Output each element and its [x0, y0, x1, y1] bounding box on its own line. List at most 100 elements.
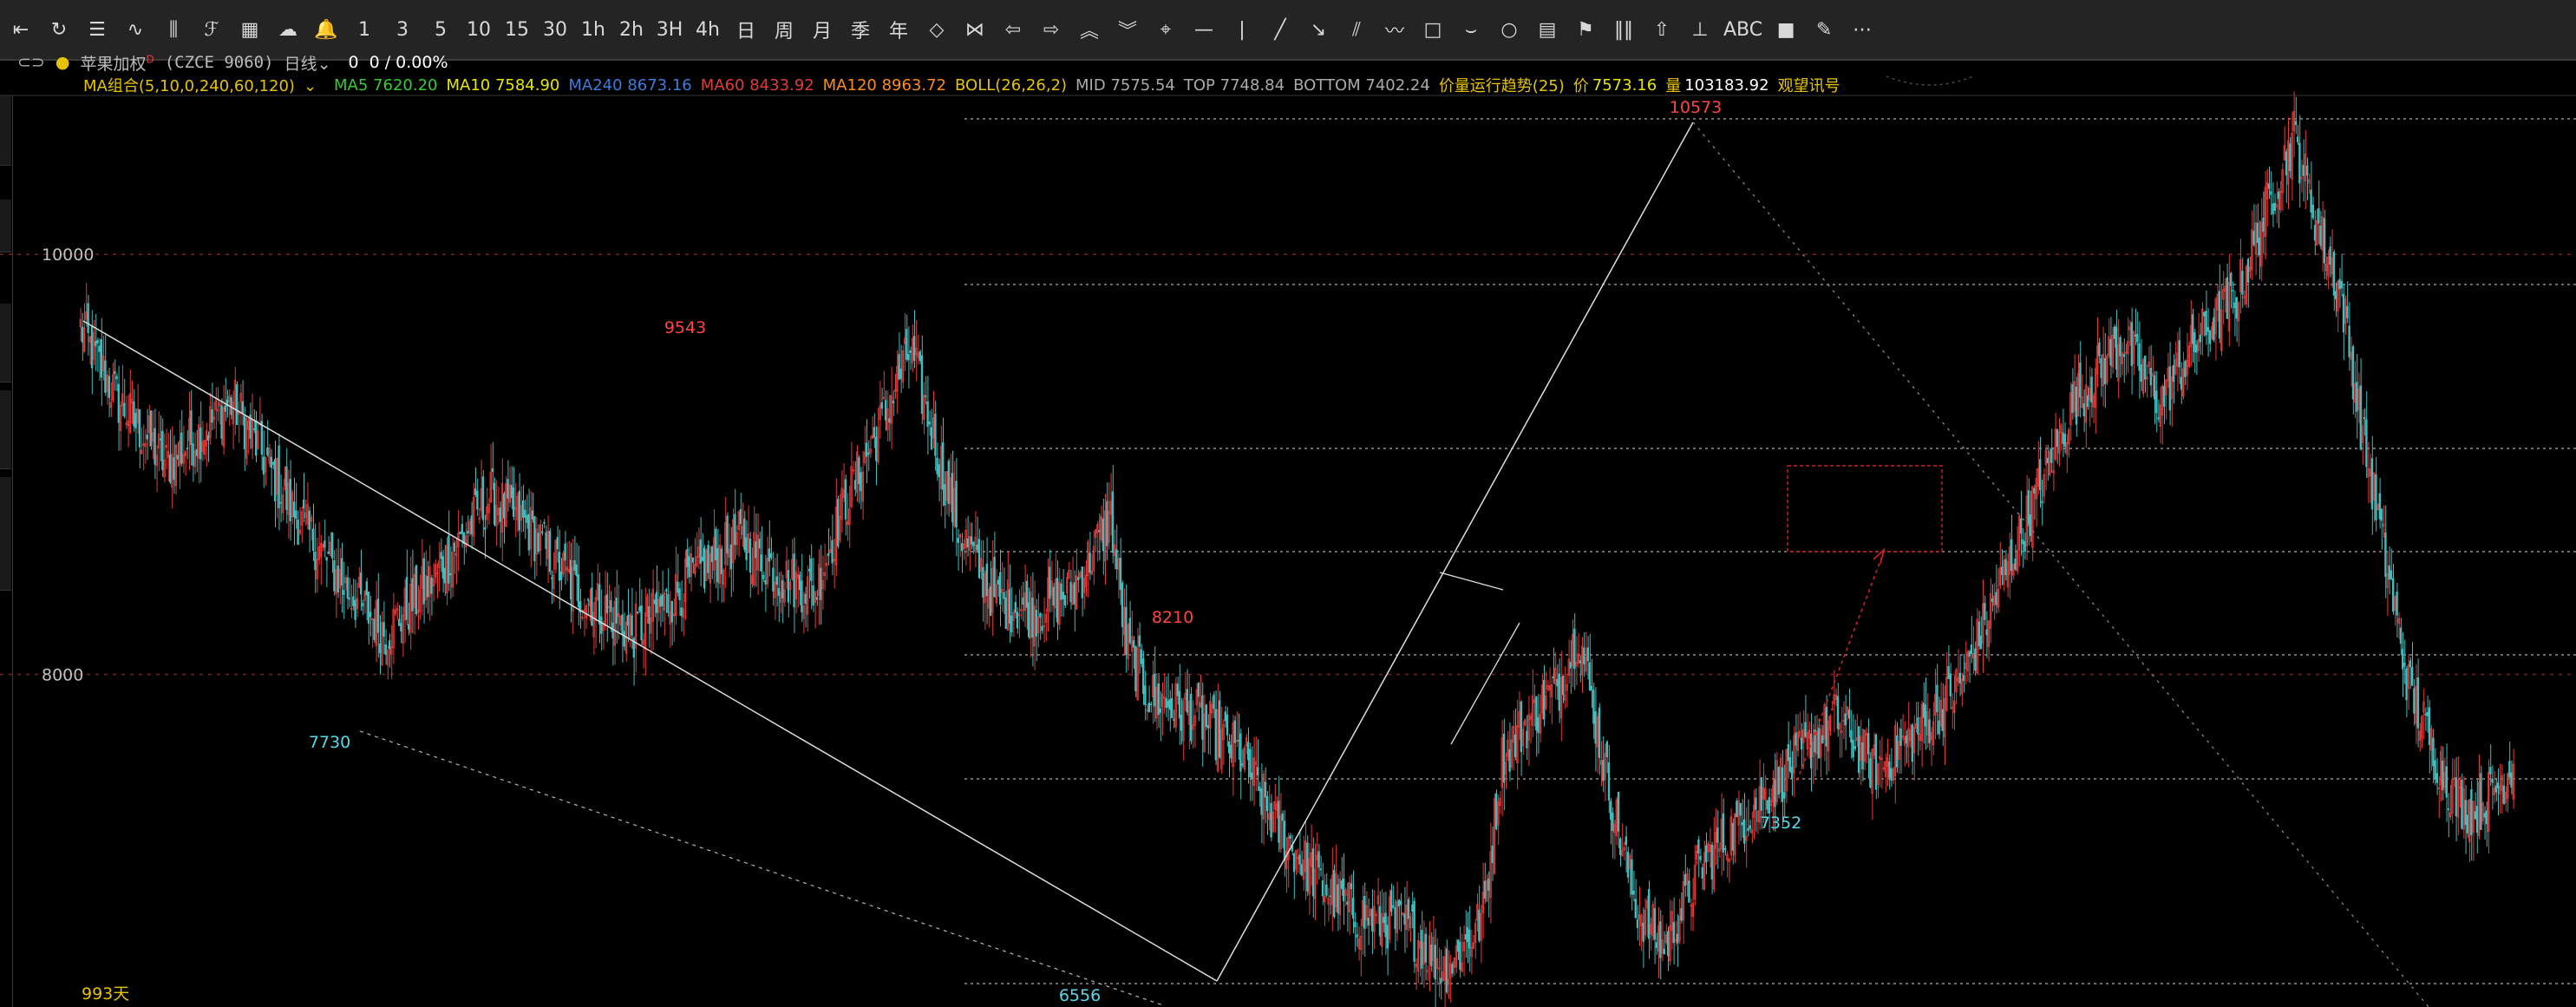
- fibonacci-icon[interactable]: ▤: [1528, 10, 1566, 49]
- candle: [1317, 843, 1320, 880]
- arrow-right-icon[interactable]: ⇨: [1032, 10, 1070, 49]
- candle-body: [1642, 922, 1644, 942]
- period-quarter[interactable]: 季: [841, 10, 879, 49]
- candle: [1629, 853, 1631, 898]
- candle-body: [810, 558, 813, 581]
- candle: [739, 493, 742, 539]
- candle: [1329, 879, 1332, 915]
- gann-icon[interactable]: ⚑: [1566, 10, 1605, 49]
- candle: [2246, 257, 2250, 308]
- ruler-icon[interactable]: ⊥: [1681, 10, 1719, 49]
- vertical-line-icon[interactable]: |: [1223, 10, 1261, 49]
- calculator-icon[interactable]: ▦: [231, 10, 269, 49]
- zoom-out-icon[interactable]: ⋈: [956, 10, 994, 49]
- back-icon[interactable]: ⇤: [2, 10, 40, 49]
- link-icon[interactable]: ⊂⊃: [17, 53, 45, 72]
- horizontal-line-icon[interactable]: —: [1185, 10, 1223, 49]
- candle: [382, 601, 385, 655]
- candle: [453, 540, 456, 574]
- candle-body: [1478, 909, 1481, 941]
- arrow-up-icon[interactable]: ⇧: [1643, 10, 1681, 49]
- rectangle-icon[interactable]: □: [1414, 10, 1452, 49]
- candle-body: [1779, 757, 1782, 793]
- period-selector[interactable]: 日线⌄: [284, 51, 331, 75]
- arrow-left-icon[interactable]: ⇦: [994, 10, 1032, 49]
- boll-label[interactable]: BOLL(26,26,2): [955, 76, 1067, 95]
- candle: [1142, 651, 1145, 705]
- cycle-lines-icon[interactable]: ‖‖: [1605, 10, 1643, 49]
- side-tab-3[interactable]: [0, 304, 11, 383]
- candle-body: [1729, 816, 1733, 856]
- candlestick-icon[interactable]: ⫼: [154, 10, 193, 49]
- period-15[interactable]: 15: [498, 10, 536, 49]
- candle-body: [2331, 258, 2334, 275]
- ray-line-icon[interactable]: ↘: [1299, 10, 1337, 49]
- period-1h[interactable]: 1h: [574, 10, 612, 49]
- candle: [1755, 788, 1757, 832]
- period-3[interactable]: 3: [383, 10, 422, 49]
- candle: [1413, 897, 1415, 973]
- side-tab-5[interactable]: [0, 477, 11, 591]
- candle-body: [1952, 700, 1956, 714]
- chevron-down-icon[interactable]: ︾: [1108, 10, 1147, 49]
- candle-body: [1960, 678, 1964, 695]
- candle: [140, 427, 143, 455]
- candle: [2218, 264, 2221, 343]
- trend-label[interactable]: 价量运行趋势(25): [1439, 74, 1565, 96]
- candle: [1243, 744, 1246, 774]
- indicator-icon[interactable]: ℱ: [193, 10, 231, 49]
- candle-body: [1340, 880, 1344, 889]
- refresh-icon[interactable]: ↻: [40, 10, 78, 49]
- candle-body: [882, 396, 886, 399]
- chevron-up-icon[interactable]: ︽: [1070, 10, 1108, 49]
- trend-line-icon[interactable]: ╱: [1261, 10, 1299, 49]
- candle-body: [2415, 685, 2417, 724]
- crosshair-icon[interactable]: ⌖: [1147, 10, 1185, 49]
- period-4h[interactable]: 4h: [689, 10, 727, 49]
- candle-body: [1348, 882, 1351, 912]
- fill-icon[interactable]: ■: [1767, 10, 1805, 49]
- candle-body: [2203, 311, 2206, 317]
- period-30[interactable]: 30: [536, 10, 574, 49]
- cloud-icon[interactable]: ☁: [269, 10, 307, 49]
- period-year[interactable]: 年: [879, 10, 918, 49]
- arc-icon[interactable]: ⌣: [1452, 10, 1490, 49]
- period-3h[interactable]: 3H: [651, 10, 689, 49]
- parallel-line-icon[interactable]: ⫽: [1337, 10, 1376, 49]
- text-tool[interactable]: ABC: [1719, 10, 1767, 49]
- side-tab-1[interactable]: [0, 95, 11, 166]
- bell-icon[interactable]: 🔔: [307, 10, 345, 49]
- candle: [589, 588, 592, 622]
- contract-name[interactable]: 苹果加权D: [80, 51, 154, 75]
- candle-body: [1041, 625, 1043, 631]
- period-month[interactable]: 月: [803, 10, 841, 49]
- candle-body: [1461, 962, 1463, 972]
- period-week[interactable]: 周: [765, 10, 803, 49]
- side-tab-4[interactable]: [0, 390, 11, 469]
- candle: [2442, 746, 2444, 801]
- line-chart-icon[interactable]: ∿: [116, 10, 154, 49]
- candle-body: [657, 598, 660, 613]
- eraser-icon[interactable]: ✎: [1805, 10, 1843, 49]
- price-chart[interactable]: 8000100009543821010573773065567352993天: [0, 0, 2576, 1007]
- circle-icon[interactable]: ○: [1490, 10, 1528, 49]
- candle-body: [2119, 337, 2122, 356]
- period-1[interactable]: 1: [345, 10, 383, 49]
- candle: [1554, 651, 1557, 700]
- zoom-in-icon[interactable]: ◇: [918, 10, 956, 49]
- wave-icon[interactable]: 〰: [1376, 10, 1414, 49]
- candle: [968, 522, 971, 572]
- more-icon[interactable]: ⋯: [1843, 10, 1881, 49]
- candle-body: [1850, 729, 1853, 743]
- side-tab-2[interactable]: [0, 199, 11, 252]
- ma-group-label[interactable]: MA组合(5,10,0,240,60,120) ⌄: [83, 74, 325, 96]
- list-icon[interactable]: ☰: [78, 10, 116, 49]
- candle: [1790, 750, 1794, 796]
- candle-body: [866, 442, 868, 457]
- candle: [1731, 818, 1735, 865]
- period-5[interactable]: 5: [422, 10, 460, 49]
- period-2h[interactable]: 2h: [612, 10, 651, 49]
- period-day[interactable]: 日: [727, 10, 765, 49]
- period-10[interactable]: 10: [460, 10, 498, 49]
- candle: [2086, 386, 2089, 410]
